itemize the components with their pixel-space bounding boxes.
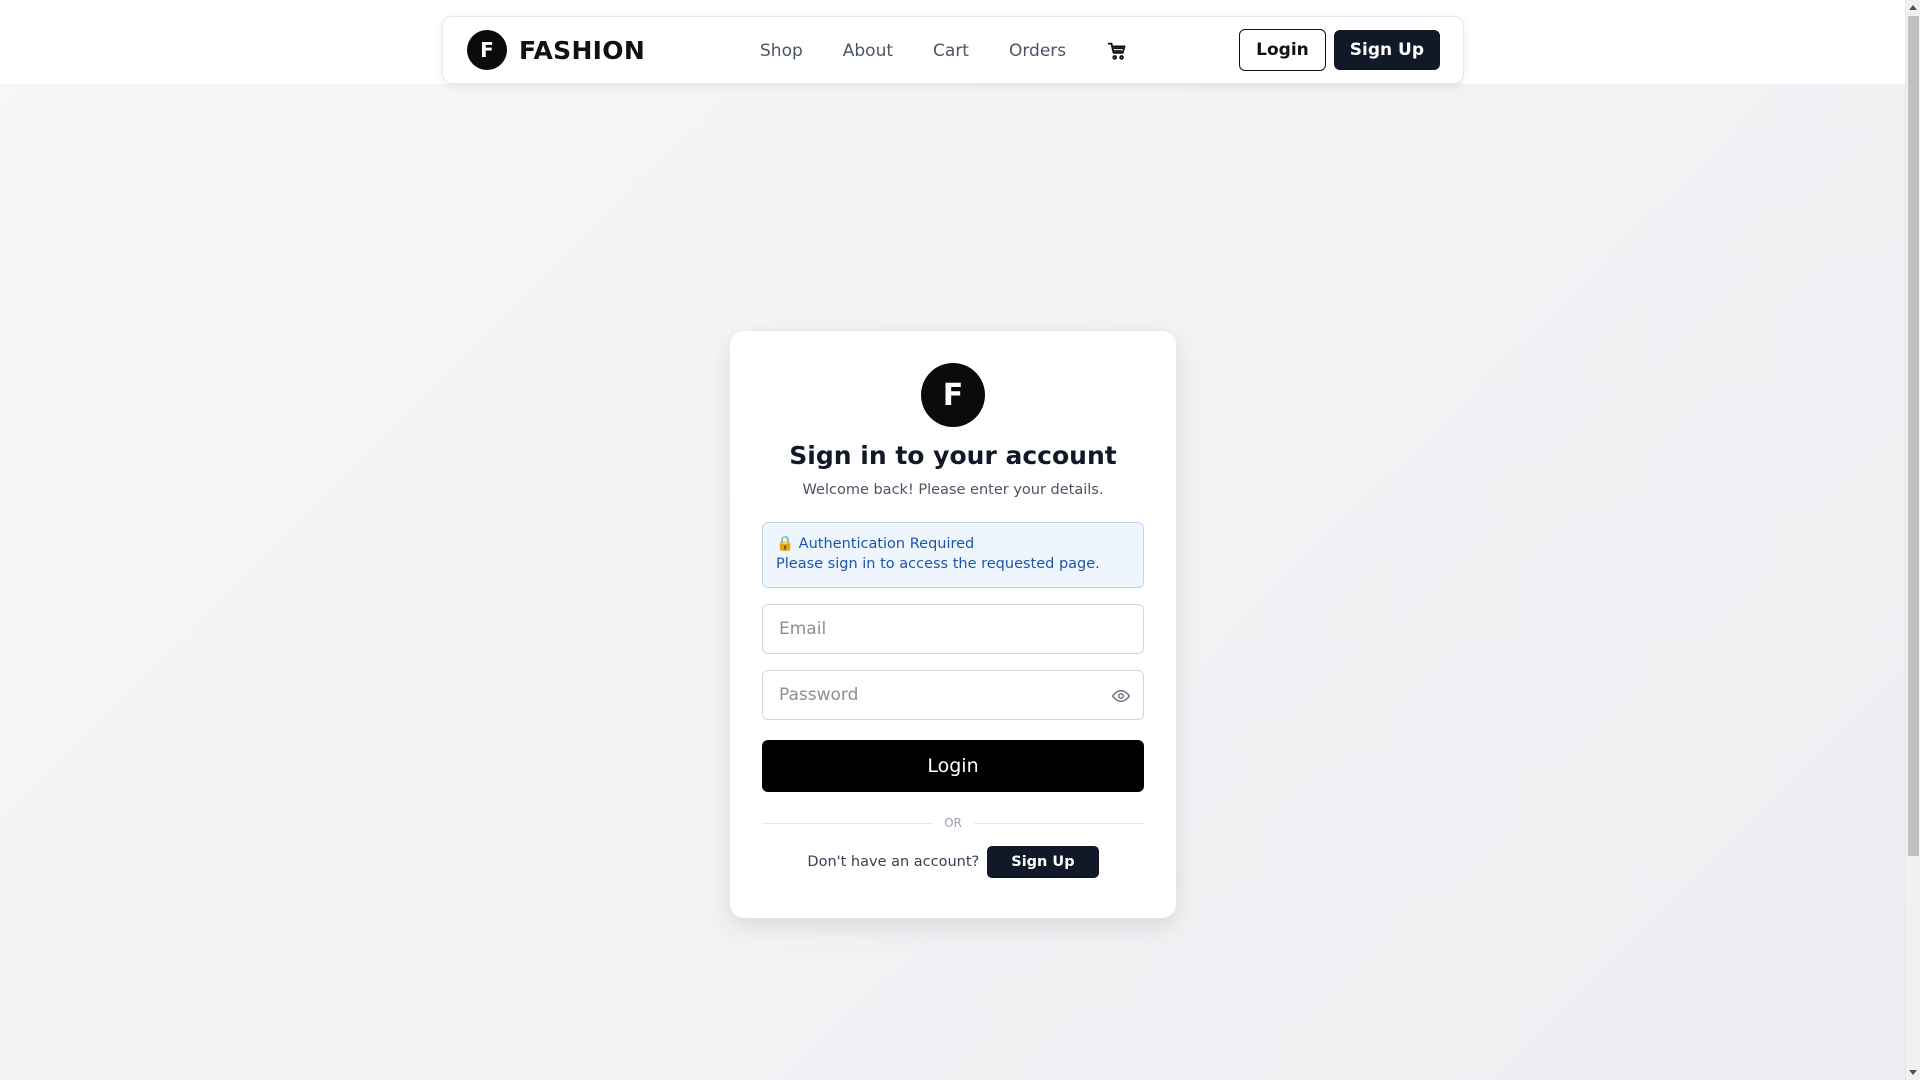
page-title: Sign in to your account bbox=[789, 441, 1117, 470]
scroll-thumb[interactable] bbox=[1908, 16, 1919, 856]
alert-title: Authentication Required bbox=[798, 536, 975, 552]
divider-line-right bbox=[973, 822, 1145, 824]
nav-actions: Login Sign Up bbox=[1239, 29, 1440, 71]
auth-alert: 🔒 Authentication Required Please sign in… bbox=[762, 522, 1144, 588]
brand-logo: F bbox=[467, 30, 507, 70]
brand-name: FASHION bbox=[519, 35, 646, 65]
nav-links: Shop About Cart Orders bbox=[760, 17, 1128, 85]
divider-text: OR bbox=[944, 816, 962, 830]
navbar: F FASHION Shop About Cart Orders Login S… bbox=[442, 16, 1464, 84]
card-logo: F bbox=[921, 363, 985, 427]
or-divider: OR bbox=[762, 816, 1145, 830]
divider-line-left bbox=[762, 822, 933, 824]
nav-signup-button[interactable]: Sign Up bbox=[1333, 30, 1440, 70]
brand[interactable]: F FASHION bbox=[467, 30, 645, 70]
alert-title-row: 🔒 Authentication Required bbox=[776, 534, 1130, 554]
nav-link-cart[interactable]: Cart bbox=[933, 41, 969, 61]
nav-link-shop[interactable]: Shop bbox=[760, 41, 803, 61]
cart-icon[interactable] bbox=[1106, 40, 1128, 62]
signup-row: Don't have an account? Sign Up bbox=[762, 846, 1144, 878]
lock-icon: 🔒 bbox=[776, 536, 795, 552]
email-field bbox=[762, 604, 1144, 654]
scroll-down-icon[interactable] bbox=[1909, 1070, 1917, 1075]
eye-icon[interactable] bbox=[1111, 687, 1131, 705]
nav-link-orders[interactable]: Orders bbox=[1009, 41, 1066, 61]
nav-link-about[interactable]: About bbox=[843, 41, 893, 61]
password-input[interactable] bbox=[779, 685, 1127, 705]
page-subtitle: Welcome back! Please enter your details. bbox=[802, 482, 1104, 498]
signup-button[interactable]: Sign Up bbox=[987, 846, 1099, 878]
email-input[interactable] bbox=[779, 619, 1127, 639]
nav-login-button[interactable]: Login bbox=[1239, 29, 1326, 71]
login-card: F Sign in to your account Welcome back! … bbox=[730, 331, 1176, 918]
password-field bbox=[762, 670, 1144, 720]
alert-message: Please sign in to access the requested p… bbox=[776, 556, 1100, 572]
signup-prompt: Don't have an account? bbox=[807, 854, 980, 870]
login-button[interactable]: Login bbox=[762, 740, 1144, 792]
page-scrollbar[interactable] bbox=[1905, 0, 1920, 1080]
scroll-up-icon[interactable] bbox=[1909, 5, 1917, 10]
